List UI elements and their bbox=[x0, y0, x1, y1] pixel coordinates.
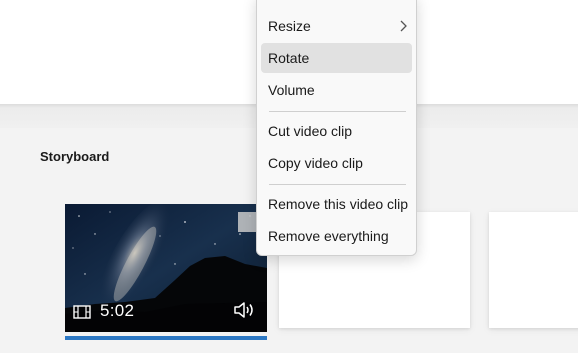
film-strip-icon bbox=[73, 305, 91, 319]
speaker-icon[interactable] bbox=[233, 300, 255, 320]
menu-item-label: Rotate bbox=[268, 50, 310, 66]
menu-item-volume[interactable]: Volume bbox=[261, 75, 412, 105]
menu-item-label: Remove this video clip bbox=[268, 196, 409, 212]
menu-item-rotate[interactable]: Rotate bbox=[261, 43, 412, 73]
clip-duration: 5:02 bbox=[100, 301, 135, 320]
menu-item-remove-this-video-clip[interactable]: Remove this video clip bbox=[261, 189, 412, 219]
context-menu: Resize Rotate Volume Cut video clip Copy… bbox=[256, 0, 417, 256]
menu-item-label: Cut video clip bbox=[268, 123, 353, 139]
video-clip-card[interactable]: 5:02 bbox=[65, 204, 267, 332]
clip-selection-bar bbox=[65, 336, 267, 340]
menu-item-remove-everything[interactable]: Remove everything bbox=[261, 221, 412, 251]
menu-item-copy-video-clip[interactable]: Copy video clip bbox=[261, 148, 412, 178]
menu-separator bbox=[269, 111, 406, 112]
menu-separator bbox=[269, 184, 406, 185]
chevron-right-icon bbox=[400, 20, 407, 32]
menu-item-resize[interactable]: Resize bbox=[261, 11, 412, 41]
menu-item-label: Volume bbox=[268, 82, 315, 98]
menu-item-cut-video-clip[interactable]: Cut video clip bbox=[261, 116, 412, 146]
empty-clip-slot[interactable] bbox=[489, 212, 578, 328]
storyboard-title: Storyboard bbox=[40, 149, 110, 164]
menu-item-label: Copy video clip bbox=[268, 155, 363, 171]
menu-item-label: Resize bbox=[268, 18, 311, 34]
menu-item-label: Remove everything bbox=[268, 228, 389, 244]
